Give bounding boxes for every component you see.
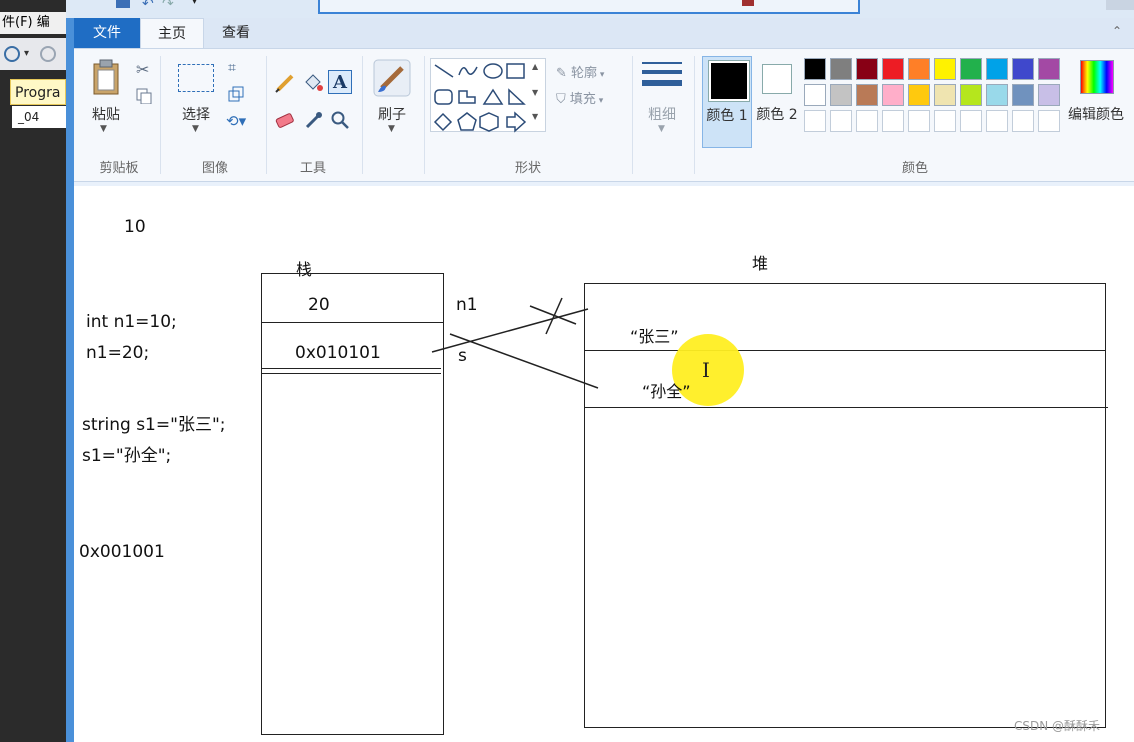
reference-lines [431,297,599,389]
pointer-line-old [431,308,589,353]
pointer-line-new [449,333,599,389]
cross-out-stroke-1 [529,305,577,325]
watermark: CSDN @酥酥禾 [1014,719,1101,733]
cross-out-stroke-2 [545,297,563,335]
